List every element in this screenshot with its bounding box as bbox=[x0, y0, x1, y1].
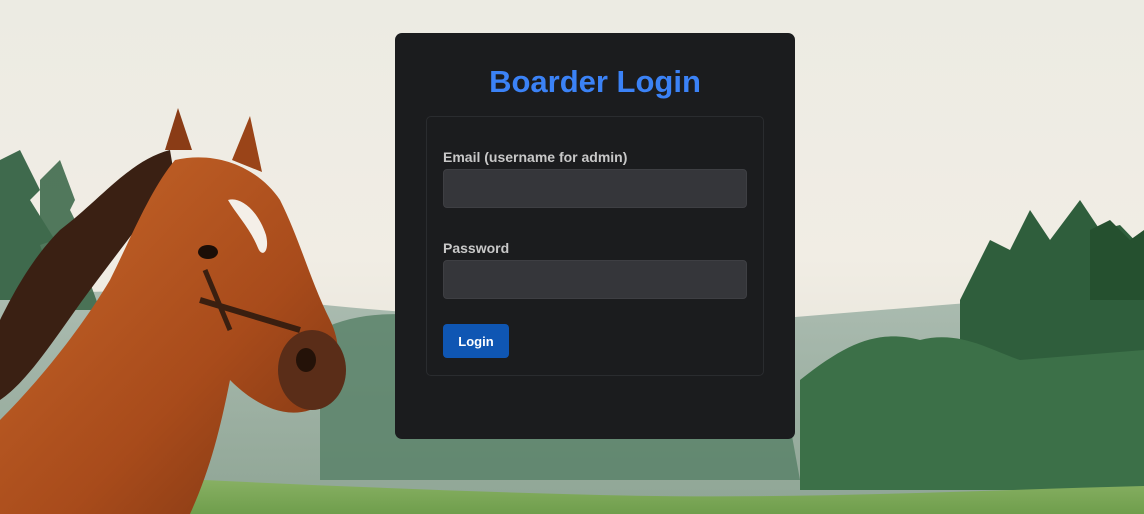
login-form: Email (username for admin) Password Logi… bbox=[426, 116, 764, 376]
email-label: Email (username for admin) bbox=[443, 149, 628, 165]
password-field[interactable] bbox=[443, 260, 747, 299]
page-title: Boarder Login bbox=[489, 64, 701, 99]
login-card: Boarder Login Email (username for admin)… bbox=[395, 33, 795, 439]
password-label: Password bbox=[443, 240, 510, 256]
email-field[interactable] bbox=[443, 169, 747, 208]
login-button[interactable]: Login bbox=[443, 324, 509, 358]
